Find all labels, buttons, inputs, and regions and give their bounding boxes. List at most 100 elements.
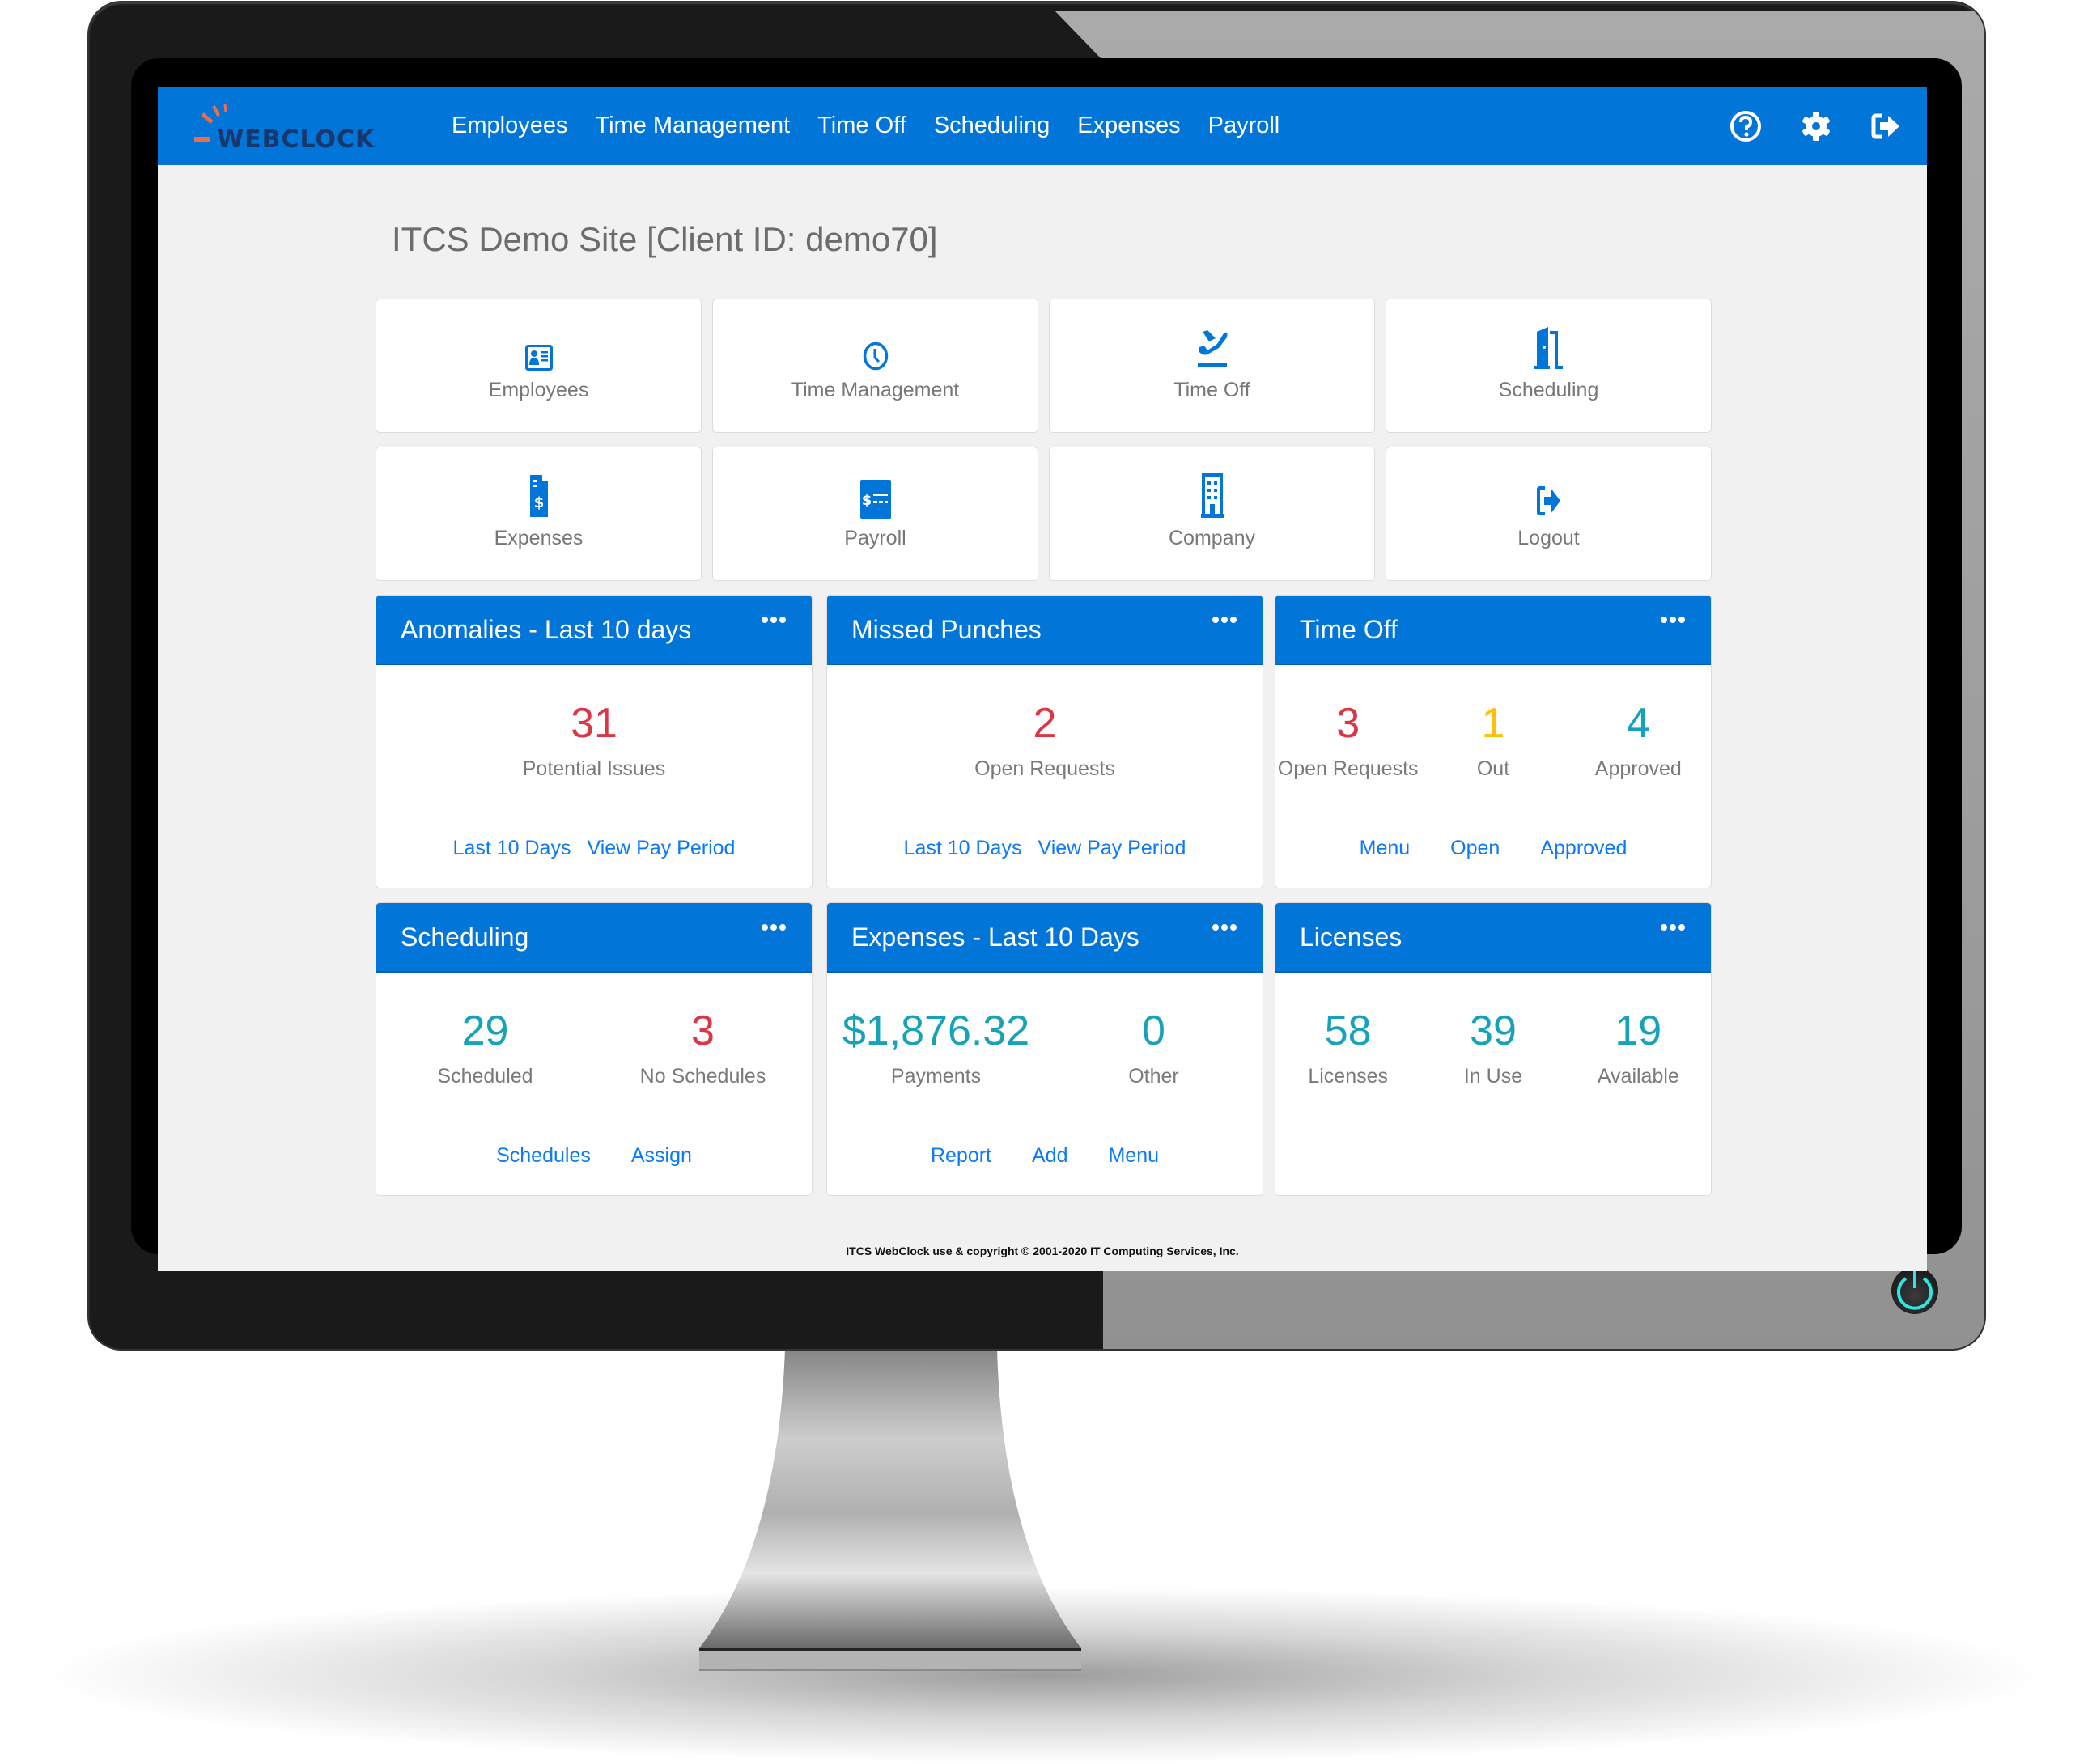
stat-label: Other [1128, 1065, 1179, 1088]
stat-value: 0 [1142, 1007, 1165, 1054]
widget-stats: 31 Potential Issues [376, 699, 812, 781]
widget-stats: 58 Licenses 39 In Use 19 Available [1275, 1007, 1711, 1088]
nav-scheduling[interactable]: Scheduling [934, 112, 1050, 139]
widget-title: Time Off [1300, 615, 1398, 644]
stat-no-schedules: 3 No Schedules [594, 1007, 812, 1088]
link-menu[interactable]: Menu [1108, 1144, 1159, 1168]
widget-stats: 3 Open Requests 1 Out 4 Approved [1275, 699, 1711, 781]
tile-time-off[interactable]: Time Off [1049, 299, 1375, 433]
widget-anomalies: Anomalies - Last 10 days 31 Potential Is… [376, 595, 813, 888]
tile-scheduling[interactable]: Scheduling [1386, 299, 1712, 433]
link-open[interactable]: Open [1450, 837, 1500, 860]
stat-in-use: 39 In Use [1420, 1007, 1565, 1088]
widget-time-off: Time Off 3 Open Requests 1 Out 4 Approve… [1275, 595, 1712, 888]
link-approved[interactable]: Approved [1540, 837, 1627, 860]
stat-label: Potential Issues [522, 757, 666, 780]
stat-payments: $1,876.32 Payments [827, 1007, 1045, 1088]
svg-text:$: $ [861, 492, 872, 509]
tile-employees[interactable]: Employees [376, 299, 702, 433]
stat-scheduled: 29 Scheduled [376, 1007, 594, 1088]
nav-payroll[interactable]: Payroll [1208, 112, 1280, 139]
logout-icon[interactable] [1869, 108, 1904, 144]
stat-label: Approved [1594, 757, 1682, 780]
stat-value: 3 [1336, 700, 1360, 747]
widget-links: Menu Open Approved [1275, 837, 1711, 860]
stat-label: No Schedules [639, 1065, 766, 1088]
more-menu-icon[interactable] [758, 921, 789, 934]
plane-departure-icon [1196, 324, 1229, 371]
stat-value: 29 [461, 1007, 509, 1054]
widget-title: Licenses [1300, 922, 1403, 952]
widget-links: Last 10 Days View Pay Period [376, 837, 812, 860]
door-open-icon [1533, 324, 1564, 371]
stat-label: Available [1597, 1065, 1679, 1088]
stat-value: 39 [1470, 1007, 1517, 1054]
stat-open-requests: 2 Open Requests [827, 699, 1263, 781]
power-button-icon [1891, 1267, 1938, 1314]
tile-label: Time Off [1173, 379, 1250, 401]
more-menu-icon[interactable] [1657, 921, 1688, 934]
widget-links: Last 10 Days View Pay Period [827, 837, 1263, 860]
nav-employees[interactable]: Employees [452, 112, 567, 139]
tile-company[interactable]: Company [1049, 447, 1375, 581]
stat-out: 1 Out [1420, 699, 1565, 781]
link-view-pay-period[interactable]: View Pay Period [587, 837, 735, 860]
more-menu-icon[interactable] [1209, 921, 1240, 934]
link-menu[interactable]: Menu [1360, 837, 1411, 860]
sign-out-icon [1536, 472, 1561, 519]
link-assign[interactable]: Assign [631, 1144, 692, 1168]
stat-label: Out [1476, 757, 1510, 780]
svg-text:$: $ [533, 494, 544, 511]
stat-label: Scheduled [437, 1065, 533, 1088]
widget-links: Schedules Assign [376, 1144, 812, 1168]
widget-stats: 2 Open Requests [827, 699, 1263, 781]
link-report[interactable]: Report [931, 1144, 991, 1168]
nav-actions [1693, 87, 1904, 165]
stat-value: 1 [1481, 700, 1505, 747]
stat-available: 19 Available [1566, 1007, 1711, 1088]
stat-value: 2 [1033, 700, 1057, 747]
widget-links: Report Add Menu [827, 1144, 1263, 1168]
nav-time-management[interactable]: Time Management [595, 112, 790, 139]
copyright-footer: ITCS WebClock use & copyright © 2001-202… [846, 1245, 1239, 1257]
stat-potential-issues: 31 Potential Issues [376, 699, 812, 781]
tile-expenses[interactable]: $ Expenses [376, 447, 702, 581]
widget-stats: 29 Scheduled 3 No Schedules [376, 1007, 812, 1088]
tile-logout[interactable]: Logout [1386, 447, 1712, 581]
widget-header: Missed Punches [827, 596, 1263, 665]
more-menu-icon[interactable] [1657, 613, 1688, 626]
clock-icon [863, 324, 889, 371]
stat-value: 3 [691, 1007, 715, 1054]
more-menu-icon[interactable] [1209, 613, 1240, 626]
widget-scheduling: Scheduling 29 Scheduled 3 No Schedules S… [376, 902, 813, 1196]
invoice-dollar-icon: $ [529, 472, 549, 519]
stat-label: Payments [890, 1065, 982, 1088]
stat-licenses: 58 Licenses [1275, 1007, 1420, 1088]
link-last-10-days[interactable]: Last 10 Days [904, 837, 1022, 860]
link-schedules[interactable]: Schedules [496, 1144, 591, 1168]
stat-value: 4 [1626, 700, 1650, 747]
nav-expenses[interactable]: Expenses [1077, 112, 1180, 139]
widget-title: Scheduling [401, 922, 529, 952]
logo-text: WEBCLOCK [217, 125, 376, 154]
tile-label: Time Management [791, 379, 960, 401]
money-check-icon: $ [859, 472, 891, 519]
tile-payroll[interactable]: $ Payroll [712, 447, 1038, 581]
gear-icon[interactable] [1798, 108, 1834, 144]
help-icon[interactable] [1728, 108, 1763, 144]
stat-value: $1,876.32 [842, 1007, 1030, 1054]
top-navbar: WEBCLOCK Employees Time Management Time … [158, 87, 1927, 165]
tile-time-management[interactable]: Time Management [712, 299, 1038, 433]
webclock-logo[interactable]: WEBCLOCK [194, 103, 388, 154]
link-last-10-days[interactable]: Last 10 Days [453, 837, 571, 860]
widget-header: Scheduling [376, 903, 812, 973]
stat-label: Licenses [1308, 1065, 1388, 1088]
widget-title: Missed Punches [851, 615, 1042, 644]
widget-title: Anomalies - Last 10 days [401, 615, 692, 644]
tile-label: Payroll [844, 527, 906, 549]
link-add[interactable]: Add [1032, 1144, 1067, 1168]
link-view-pay-period[interactable]: View Pay Period [1038, 837, 1186, 860]
more-menu-icon[interactable] [758, 613, 789, 626]
nav-time-off[interactable]: Time Off [817, 112, 906, 139]
stat-label: Open Requests [974, 757, 1115, 780]
